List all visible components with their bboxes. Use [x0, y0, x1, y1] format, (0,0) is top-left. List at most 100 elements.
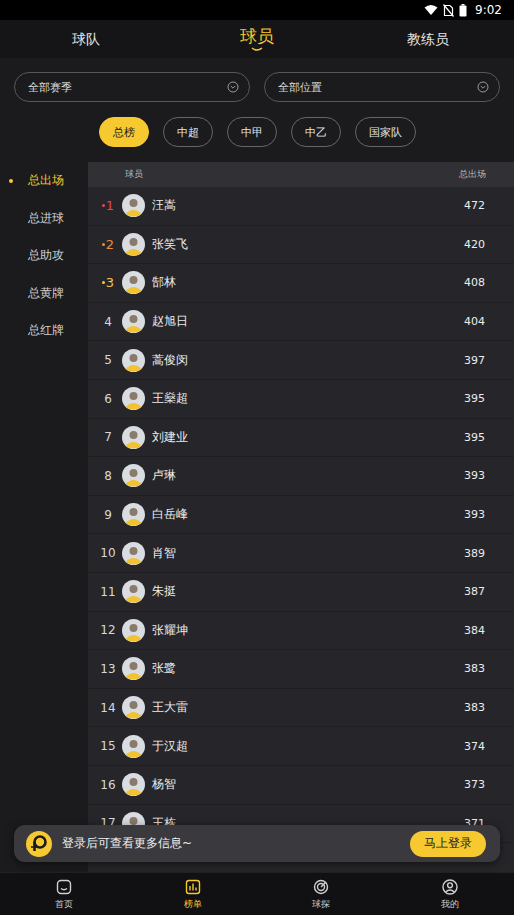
column-header: 总出场 [459, 168, 486, 181]
top-tab[interactable]: 球员 [171, 26, 342, 51]
player-name: 张笑飞 [152, 236, 188, 253]
rank: 9 [98, 508, 118, 522]
appearances: 420 [464, 238, 485, 251]
rank: 4 [98, 315, 118, 329]
table-row[interactable]: 2张笑飞420 [88, 226, 514, 265]
table-header: 球员 总出场 [88, 162, 514, 187]
app-screen: 9:02球队球员教练员全部赛季全部位置总榜中超中甲中乙国家队总出场总进球总助攻总… [0, 0, 514, 915]
rank-dot [102, 204, 105, 207]
ranking-body: 总出场总进球总助攻总黄牌总红牌球员总出场1汪嵩4722张笑飞4203郜林4084… [0, 162, 514, 872]
table-row[interactable]: 13 张鹭 383 [88, 650, 514, 689]
appearances: 384 [464, 624, 485, 637]
rank-dot [102, 243, 105, 246]
tab-indicator-icon [251, 47, 263, 52]
player-name: 郜林 [152, 274, 176, 291]
player-name: 赵旭日 [152, 313, 188, 330]
rank: 6 [98, 392, 118, 406]
table-row[interactable]: 16杨智373 [88, 766, 514, 805]
avatar-icon [122, 580, 145, 603]
player-name: 卢琳 [152, 467, 176, 484]
league-chip[interactable]: 总榜 [99, 117, 149, 147]
avatar-icon [122, 194, 145, 217]
player-name: 刘建业 [152, 429, 188, 446]
nav-item[interactable]: 榜单 [129, 873, 258, 915]
sidebar-item[interactable]: 总出场 [0, 162, 88, 200]
appearances: 389 [464, 547, 485, 560]
league-chip[interactable]: 中乙 [291, 117, 341, 147]
avatar-icon [122, 773, 145, 796]
table-row[interactable]: 9 白岳峰 393 [88, 496, 514, 535]
filter-dropdown[interactable]: 全部位置 [264, 72, 500, 102]
table-row[interactable]: 11朱挺387 [88, 573, 514, 612]
rank: 15 [98, 739, 118, 753]
avatar-icon [122, 542, 145, 565]
user-icon [441, 878, 459, 896]
login-banner: 登录后可查看更多信息~马上登录 [14, 825, 500, 862]
appearances: 373 [464, 778, 485, 791]
table-row[interactable]: 4赵旭日404 [88, 303, 514, 342]
top-tab[interactable]: 球队 [0, 31, 171, 48]
table-row[interactable]: 1汪嵩472 [88, 187, 514, 226]
player-name: 王燊超 [152, 390, 188, 407]
player-name: 于汉超 [152, 738, 188, 755]
table-row[interactable]: 5蒿俊闵397 [88, 341, 514, 380]
appearances: 397 [464, 354, 485, 367]
ranking-table: 球员总出场1汪嵩4722张笑飞4203郜林4084赵旭日4045蒿俊闵3976王… [88, 162, 514, 872]
league-chip[interactable]: 中甲 [227, 117, 277, 147]
avatar-icon [122, 503, 145, 526]
player-name: 张耀坤 [152, 622, 188, 639]
column-header: 球员 [125, 168, 143, 181]
table-row[interactable]: 6 王燊超 395 [88, 380, 514, 419]
top-tabs: 球队球员教练员 [0, 20, 514, 58]
table-row[interactable]: 3郜林408 [88, 264, 514, 303]
sidebar-item[interactable]: 总助攻 [0, 237, 88, 275]
player-name: 王大雷 [152, 699, 188, 716]
avatar-icon [122, 271, 145, 294]
nav-item[interactable]: 球探 [257, 873, 386, 915]
rank: 13 [98, 662, 118, 676]
table-row[interactable]: 14王大雷383 [88, 689, 514, 728]
player-name: 白岳峰 [152, 506, 188, 523]
table-row[interactable]: 10肖智389 [88, 534, 514, 573]
appearances: 472 [464, 199, 485, 212]
table-row[interactable]: 7刘建业395 [88, 419, 514, 458]
table-row[interactable]: 8 卢琳 393 [88, 457, 514, 496]
sidebar-item[interactable]: 总进球 [0, 200, 88, 238]
avatar-icon [122, 619, 145, 642]
appearances: 395 [464, 431, 485, 444]
player-name: 肖智 [152, 545, 176, 562]
battery-icon [459, 4, 467, 17]
appearances: 395 [464, 392, 485, 405]
sidebar-item[interactable]: 总红牌 [0, 312, 88, 350]
login-button[interactable]: 马上登录 [410, 831, 486, 857]
avatar-icon [122, 233, 145, 256]
league-chips: 总榜中超中甲中乙国家队 [0, 102, 514, 162]
rank: 12 [98, 623, 118, 637]
chart-icon [184, 878, 202, 896]
avatar-icon [122, 426, 145, 449]
no-sim-icon [443, 4, 454, 17]
nav-item[interactable]: 首页 [0, 873, 129, 915]
nav-item[interactable]: 我的 [386, 873, 514, 915]
top-tab[interactable]: 教练员 [343, 31, 514, 48]
filter-dropdown[interactable]: 全部赛季 [14, 72, 250, 102]
player-name: 张鹭 [152, 660, 176, 677]
avatar-icon [122, 696, 145, 719]
wifi-icon [424, 4, 438, 16]
rank: 8 [98, 469, 118, 483]
appearances: 393 [464, 508, 485, 521]
status-time: 9:02 [475, 3, 502, 17]
avatar-icon [122, 387, 145, 410]
rank: 16 [98, 778, 118, 792]
avatar-icon [122, 349, 145, 372]
appearances: 383 [464, 662, 485, 675]
rank: 11 [98, 585, 118, 599]
league-chip[interactable]: 中超 [163, 117, 213, 147]
table-row[interactable]: 12 张耀坤 384 [88, 612, 514, 651]
league-chip[interactable]: 国家队 [355, 117, 416, 147]
appearances: 393 [464, 469, 485, 482]
table-row[interactable]: 15于汉超374 [88, 727, 514, 766]
sidebar-item[interactable]: 总黄牌 [0, 275, 88, 313]
appearances: 383 [464, 701, 485, 714]
filter-bar: 全部赛季全部位置 [0, 58, 514, 102]
